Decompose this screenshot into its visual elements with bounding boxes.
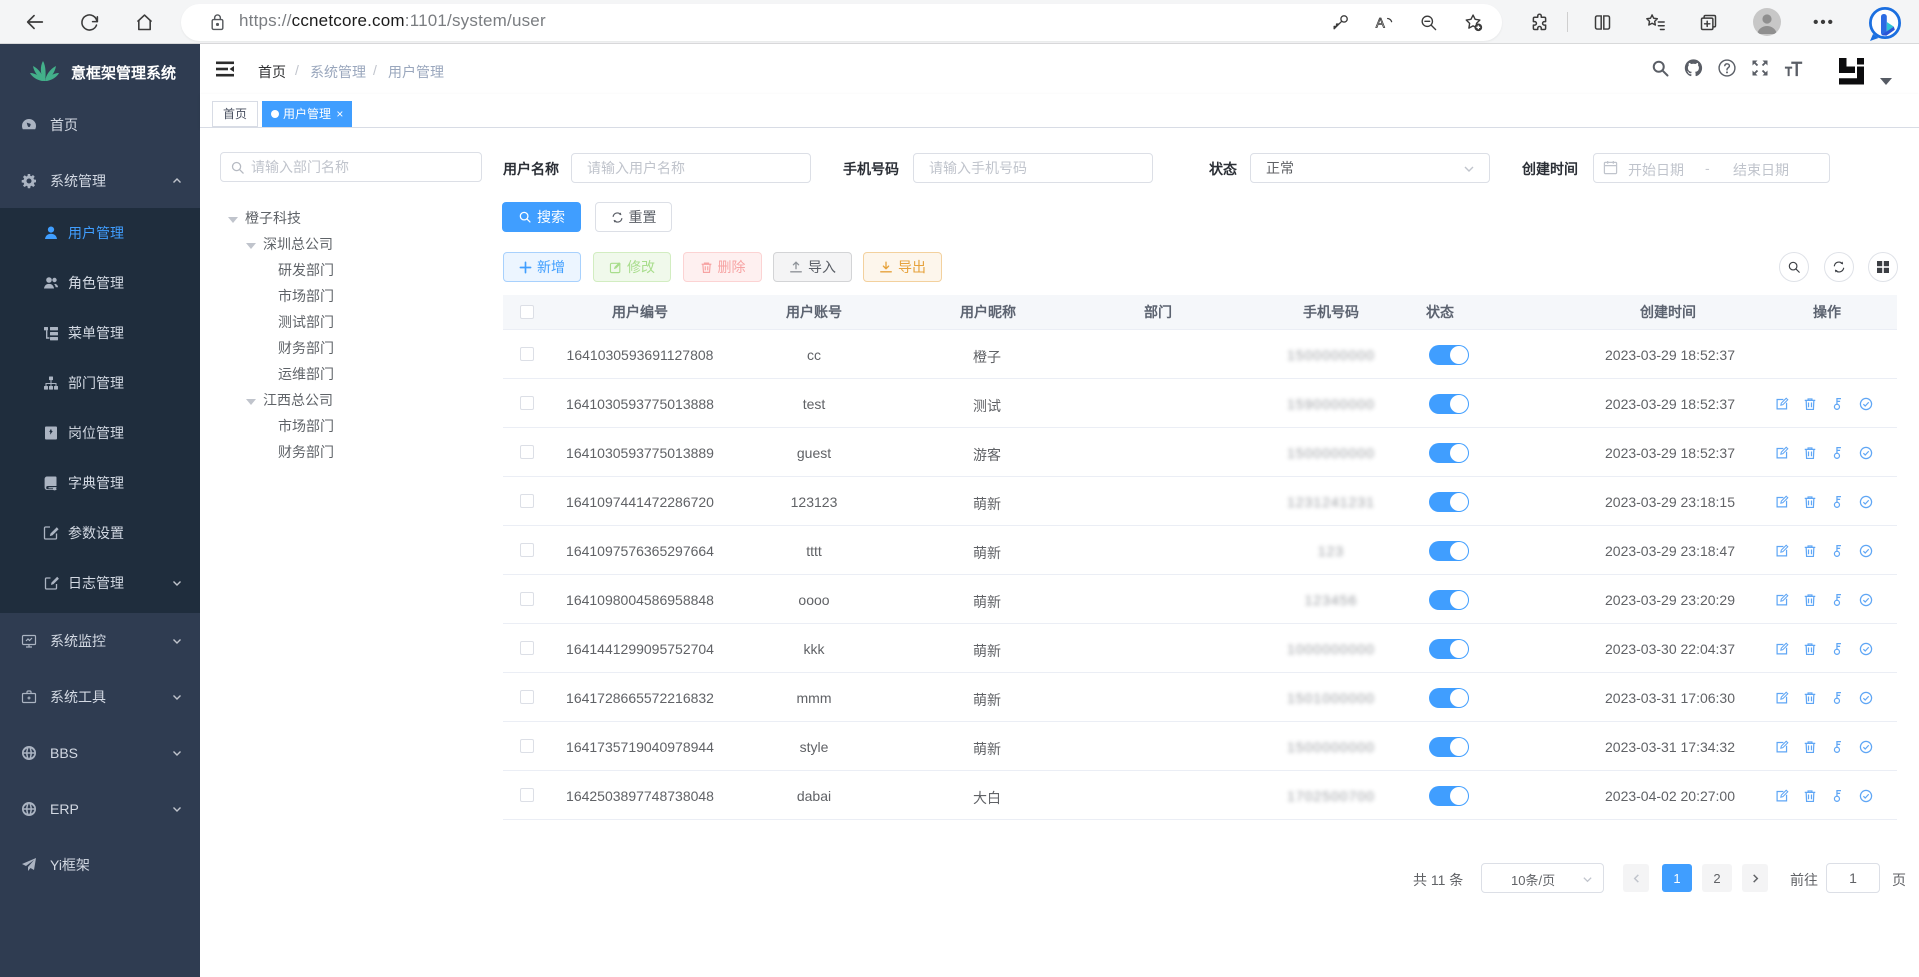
svg-text:A: A [1375, 15, 1384, 30]
